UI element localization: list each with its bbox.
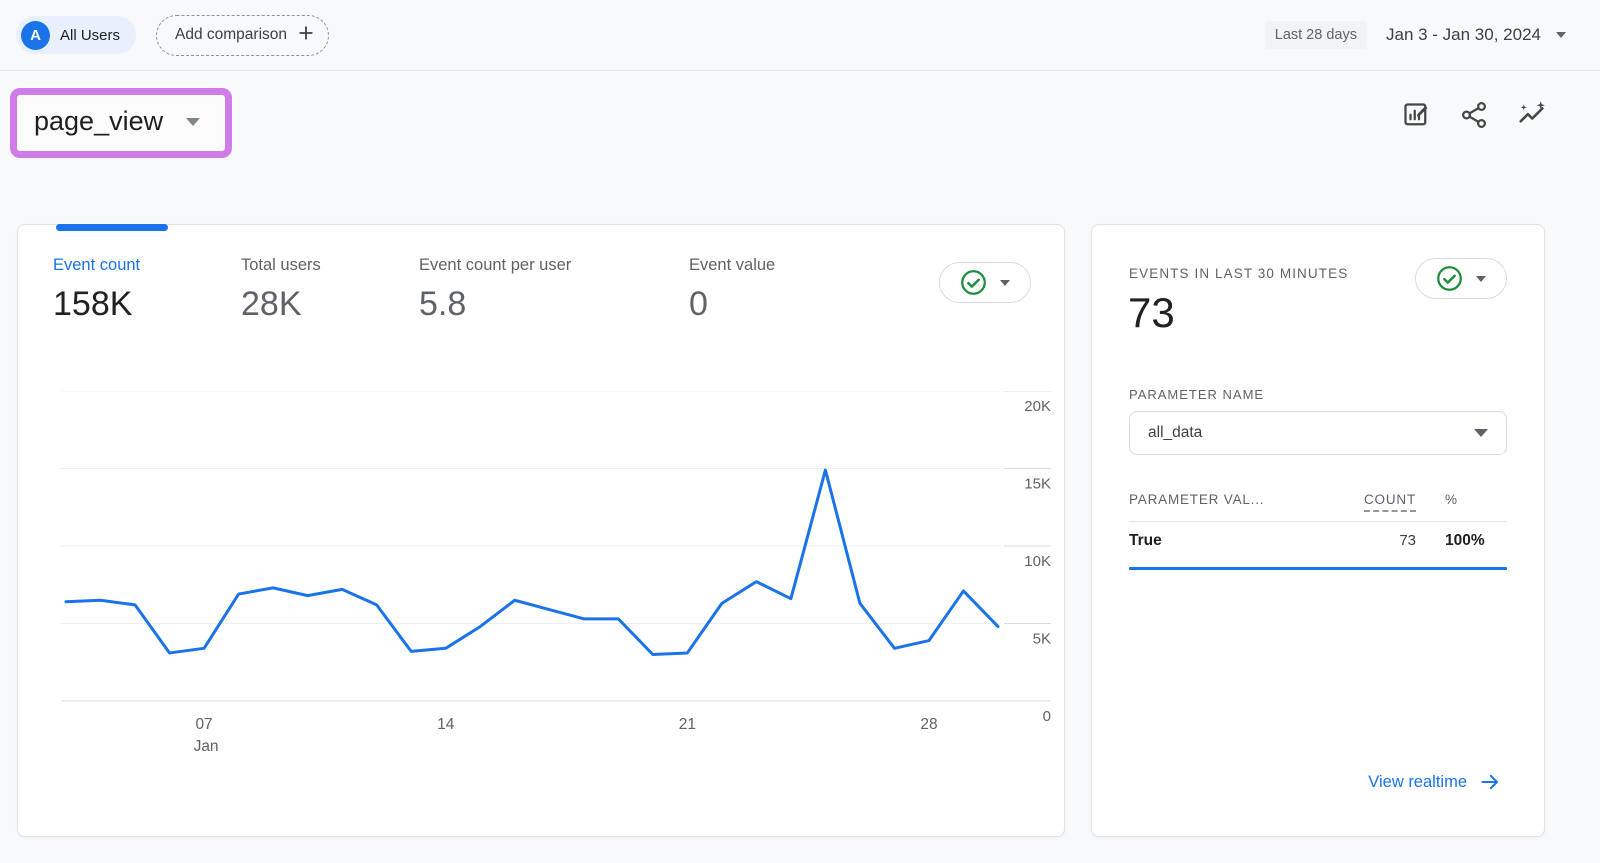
column-header-percent: % [1445,492,1458,507]
parameter-name-label: PARAMETER NAME [1129,387,1264,402]
svg-text:21: 21 [679,716,696,733]
customize-report-icon[interactable] [1400,99,1432,131]
column-header-count-sort[interactable]: COUNT [1364,492,1416,507]
check-circle-icon [960,269,987,296]
metric-label: Event count [53,256,140,275]
svg-text:14: 14 [437,716,455,733]
chevron-down-icon [1556,32,1566,38]
metric-label: Event value [689,256,775,275]
realtime-event-count: 73 [1128,289,1175,337]
event-metrics-card: Event count 158K Total users 28K Event c… [17,224,1065,837]
count-cell: 73 [1399,532,1416,549]
arrow-right-icon [1479,772,1501,792]
chevron-down-icon [1000,280,1010,286]
parameter-name-select[interactable]: all_data [1129,411,1507,455]
add-comparison-button[interactable]: Add comparison [156,15,329,56]
metric-event-count[interactable]: Event count 158K [53,256,140,324]
data-quality-button[interactable] [939,262,1031,303]
date-range-label: Jan 3 - Jan 30, 2024 [1386,25,1541,45]
svg-text:07: 07 [195,716,212,733]
metric-value: 0 [689,285,775,324]
report-toolbar-icons [1400,99,1548,131]
realtime-data-quality-button[interactable] [1415,258,1507,299]
svg-text:15K: 15K [1024,476,1051,493]
metric-value: 158K [53,285,140,324]
audience-chip-label: All Users [60,27,120,44]
view-realtime-label: View realtime [1368,773,1467,792]
svg-text:10K: 10K [1024,553,1051,570]
event-selector-value: page_view [34,106,163,137]
event-selector-dropdown[interactable]: page_view [17,95,225,151]
column-header-parameter-value: PARAMETER VAL... [1129,492,1264,507]
event-count-line-chart: 20K 15K 10K 5K 0 07 Jan 14 21 28 [61,391,1053,761]
metric-value: 28K [241,285,321,324]
date-preset-badge: Last 28 days [1265,21,1367,49]
share-icon[interactable] [1458,99,1490,131]
metric-total-users[interactable]: Total users 28K [241,256,321,324]
add-comparison-label: Add comparison [175,26,287,44]
svg-text:28: 28 [920,716,937,733]
parameter-value-cell: True [1129,532,1162,550]
metric-value: 5.8 [419,285,571,324]
ga4-event-report-page: A All Users Add comparison Last 28 days … [0,0,1600,863]
table-divider [1129,521,1507,522]
chevron-down-icon [186,118,200,126]
date-range-picker[interactable]: Jan 3 - Jan 30, 2024 [1380,24,1572,46]
audience-avatar: A [21,21,50,50]
row-percent-bar [1129,567,1507,570]
realtime-title: EVENTS IN LAST 30 MINUTES [1129,266,1348,281]
insights-icon[interactable] [1516,99,1548,131]
event-selector-highlight: page_view [10,88,232,158]
metric-label: Total users [241,256,321,275]
percent-cell: 100% [1445,532,1485,550]
realtime-card: EVENTS IN LAST 30 MINUTES 73 PARAMETER N… [1091,224,1545,837]
chevron-down-icon [1474,429,1488,437]
chevron-down-icon [1476,276,1486,282]
svg-text:0: 0 [1043,708,1051,725]
audience-chip[interactable]: A All Users [16,16,136,54]
top-bar: A All Users Add comparison Last 28 days … [0,0,1600,71]
parameter-name-select-value: all_data [1148,424,1202,442]
plus-icon [297,24,315,47]
svg-text:20K: 20K [1024,398,1051,415]
view-realtime-link[interactable]: View realtime [1362,771,1507,793]
svg-text:Jan: Jan [194,738,219,755]
check-circle-icon [1436,265,1463,292]
metric-event-count-per-user[interactable]: Event count per user 5.8 [419,256,571,324]
svg-text:5K: 5K [1033,631,1051,648]
metric-event-value[interactable]: Event value 0 [689,256,775,324]
selected-tab-indicator [56,224,168,231]
metric-label: Event count per user [419,256,571,275]
